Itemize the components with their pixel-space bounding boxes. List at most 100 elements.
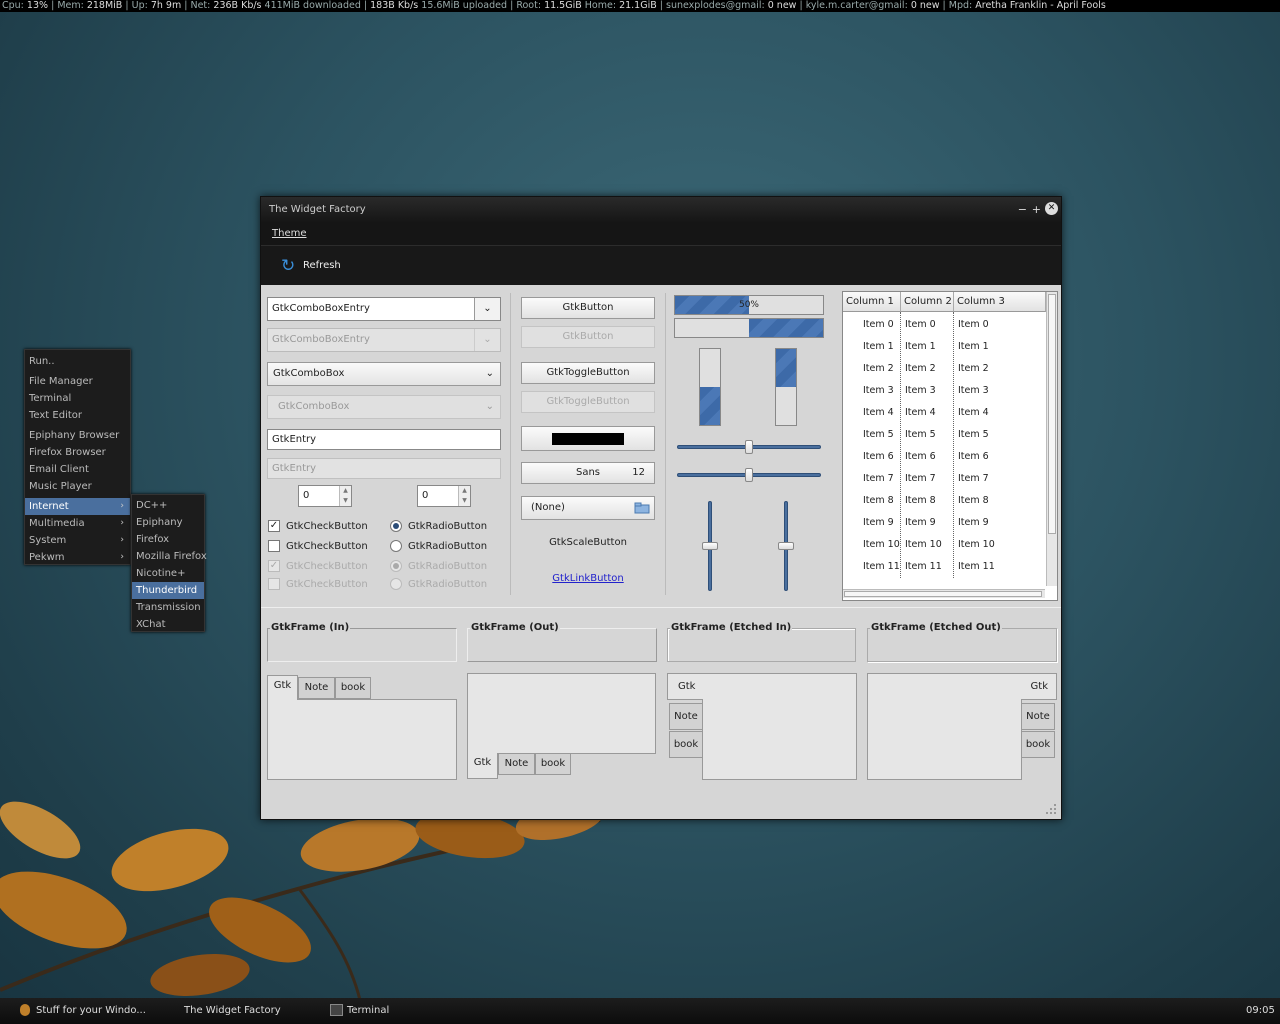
check-button-2[interactable]: GtkCheckButton: [268, 540, 368, 553]
tree-cell[interactable]: Item 11: [958, 556, 995, 578]
tree-cell[interactable]: Item 0: [958, 314, 989, 336]
checkbox[interactable]: [268, 540, 280, 552]
tab-gtk[interactable]: Gtk: [267, 675, 298, 700]
link-button[interactable]: GtkLinkButton: [521, 573, 655, 584]
submenu-item-thunderbird[interactable]: Thunderbird: [132, 582, 204, 599]
menu-item-run[interactable]: Run..: [25, 353, 130, 370]
tab-book[interactable]: book: [669, 731, 703, 758]
vertical-scrollbar[interactable]: [1046, 292, 1057, 586]
tree-cell[interactable]: Item 8: [958, 490, 989, 512]
minimize-icon[interactable]: −: [1018, 204, 1027, 215]
tab-book[interactable]: book: [535, 753, 571, 775]
check-button-1[interactable]: ✓ GtkCheckButton: [268, 520, 368, 533]
scale-button[interactable]: GtkScaleButton: [521, 537, 655, 548]
spin-arrows-icon[interactable]: ▲ ▼: [458, 486, 470, 506]
radio-button-1[interactable]: GtkRadioButton: [390, 520, 487, 533]
tab-note[interactable]: Note: [498, 753, 535, 775]
tree-cell[interactable]: Item 5: [905, 424, 936, 446]
radio-selected[interactable]: [390, 520, 402, 532]
scrollbar-thumb[interactable]: [1048, 294, 1056, 534]
tree-cell[interactable]: Item 7: [958, 468, 989, 490]
spin-button-2[interactable]: 0 ▲ ▼: [417, 485, 471, 507]
maximize-icon[interactable]: +: [1032, 204, 1041, 215]
tree-cell[interactable]: Item 6: [863, 446, 894, 468]
tree-cell[interactable]: Item 11: [863, 556, 900, 578]
tab-book[interactable]: book: [335, 677, 371, 699]
tab-gtk[interactable]: Gtk: [467, 753, 498, 779]
task-widget-factory[interactable]: The Widget Factory: [184, 998, 281, 1024]
menu-item-internet[interactable]: Internet ›: [25, 498, 130, 515]
toggle-button[interactable]: GtkToggleButton: [521, 362, 655, 384]
tree-cell[interactable]: Item 10: [905, 534, 942, 556]
tree-cell[interactable]: Item 11: [905, 556, 942, 578]
close-icon[interactable]: ✕: [1045, 202, 1058, 215]
tree-cell[interactable]: Item 7: [863, 468, 894, 490]
tab-book[interactable]: book: [1021, 731, 1055, 758]
tree-cell[interactable]: Item 5: [863, 424, 894, 446]
menu-item-file-manager[interactable]: File Manager: [25, 373, 130, 390]
hscale-thumb-1[interactable]: [745, 440, 753, 454]
task-stuff-for-your-windows[interactable]: Stuff for your Windo...: [20, 998, 146, 1024]
menu-item-terminal[interactable]: Terminal: [25, 390, 130, 407]
tree-cell[interactable]: Item 9: [958, 512, 989, 534]
submenu-item-nicotine[interactable]: Nicotine+: [132, 565, 204, 582]
horizontal-scrollbar[interactable]: [843, 589, 1045, 598]
scrollbar-thumb[interactable]: [844, 591, 1042, 597]
tree-cell[interactable]: Item 2: [863, 358, 894, 380]
file-chooser-button[interactable]: (None): [521, 496, 655, 520]
submenu-item-transmission[interactable]: Transmission: [132, 599, 204, 616]
tree-cell[interactable]: Item 1: [958, 336, 989, 358]
menu-item-multimedia[interactable]: Multimedia ›: [25, 515, 130, 532]
submenu-item-epiphany[interactable]: Epiphany: [132, 514, 204, 531]
resize-grip-icon[interactable]: [1045, 803, 1057, 815]
spin-button-1[interactable]: 0 ▲ ▼: [298, 485, 352, 507]
tree-cell[interactable]: Item 3: [958, 380, 989, 402]
gtk-button[interactable]: GtkButton: [521, 297, 655, 319]
radio[interactable]: [390, 540, 402, 552]
tree-cell[interactable]: Item 6: [958, 446, 989, 468]
tab-note[interactable]: Note: [1021, 703, 1055, 730]
chevron-down-icon[interactable]: ⌄: [474, 298, 500, 320]
tree-cell[interactable]: Item 1: [863, 336, 894, 358]
submenu-item-firefox[interactable]: Firefox: [132, 531, 204, 548]
tree-cell[interactable]: Item 5: [958, 424, 989, 446]
tree-cell[interactable]: Item 9: [905, 512, 936, 534]
text-entry[interactable]: GtkEntry: [267, 429, 501, 450]
tree-cell[interactable]: Item 6: [905, 446, 936, 468]
refresh-button[interactable]: ↻ Refresh: [281, 256, 341, 276]
tree-cell[interactable]: Item 8: [905, 490, 936, 512]
submenu-item-mozilla-firefox[interactable]: Mozilla Firefox: [132, 548, 207, 565]
tree-cell[interactable]: Item 10: [958, 534, 995, 556]
tree-cell[interactable]: Item 4: [958, 402, 989, 424]
menu-item-email-client[interactable]: Email Client: [25, 461, 130, 478]
submenu-item-dcpp[interactable]: DC++: [132, 497, 204, 514]
title-bar[interactable]: The Widget Factory − + ✕: [261, 197, 1061, 223]
tree-cell[interactable]: Item 3: [863, 380, 894, 402]
tab-note[interactable]: Note: [669, 703, 703, 730]
submenu-item-xchat[interactable]: XChat: [132, 616, 204, 633]
checkbox-checked[interactable]: ✓: [268, 520, 280, 532]
tree-view[interactable]: Column 1 Column 2 Column 3 Item 0 Item 0I…: [842, 291, 1058, 601]
tree-cell[interactable]: Item 4: [863, 402, 894, 424]
menu-theme[interactable]: Theme: [272, 228, 307, 239]
tab-gtk[interactable]: Gtk: [1021, 673, 1057, 700]
column-header-3[interactable]: Column 3: [954, 292, 1046, 312]
menu-item-music-player[interactable]: Music Player: [25, 478, 130, 495]
vscale-thumb-2[interactable]: [778, 542, 794, 550]
tree-cell[interactable]: Item 9: [863, 512, 894, 534]
combo-box-entry[interactable]: GtkComboBoxEntry ⌄: [267, 297, 501, 321]
menu-item-system[interactable]: System ›: [25, 532, 130, 549]
menu-item-pekwm[interactable]: Pekwm ›: [25, 549, 130, 566]
tab-note[interactable]: Note: [298, 677, 335, 699]
vscale-thumb-1[interactable]: [702, 542, 718, 550]
tree-cell[interactable]: Item 0: [905, 314, 936, 336]
tree-cell[interactable]: Item 4: [905, 402, 936, 424]
spin-arrows-icon[interactable]: ▲ ▼: [339, 486, 351, 506]
radio-button-2[interactable]: GtkRadioButton: [390, 540, 487, 553]
tree-cell[interactable]: Item 10: [863, 534, 900, 556]
tree-cell[interactable]: Item 1: [905, 336, 936, 358]
color-button[interactable]: [521, 426, 655, 451]
tree-cell[interactable]: Item 0: [863, 314, 894, 336]
tree-cell[interactable]: Item 7: [905, 468, 936, 490]
column-header-1[interactable]: Column 1: [843, 292, 901, 312]
